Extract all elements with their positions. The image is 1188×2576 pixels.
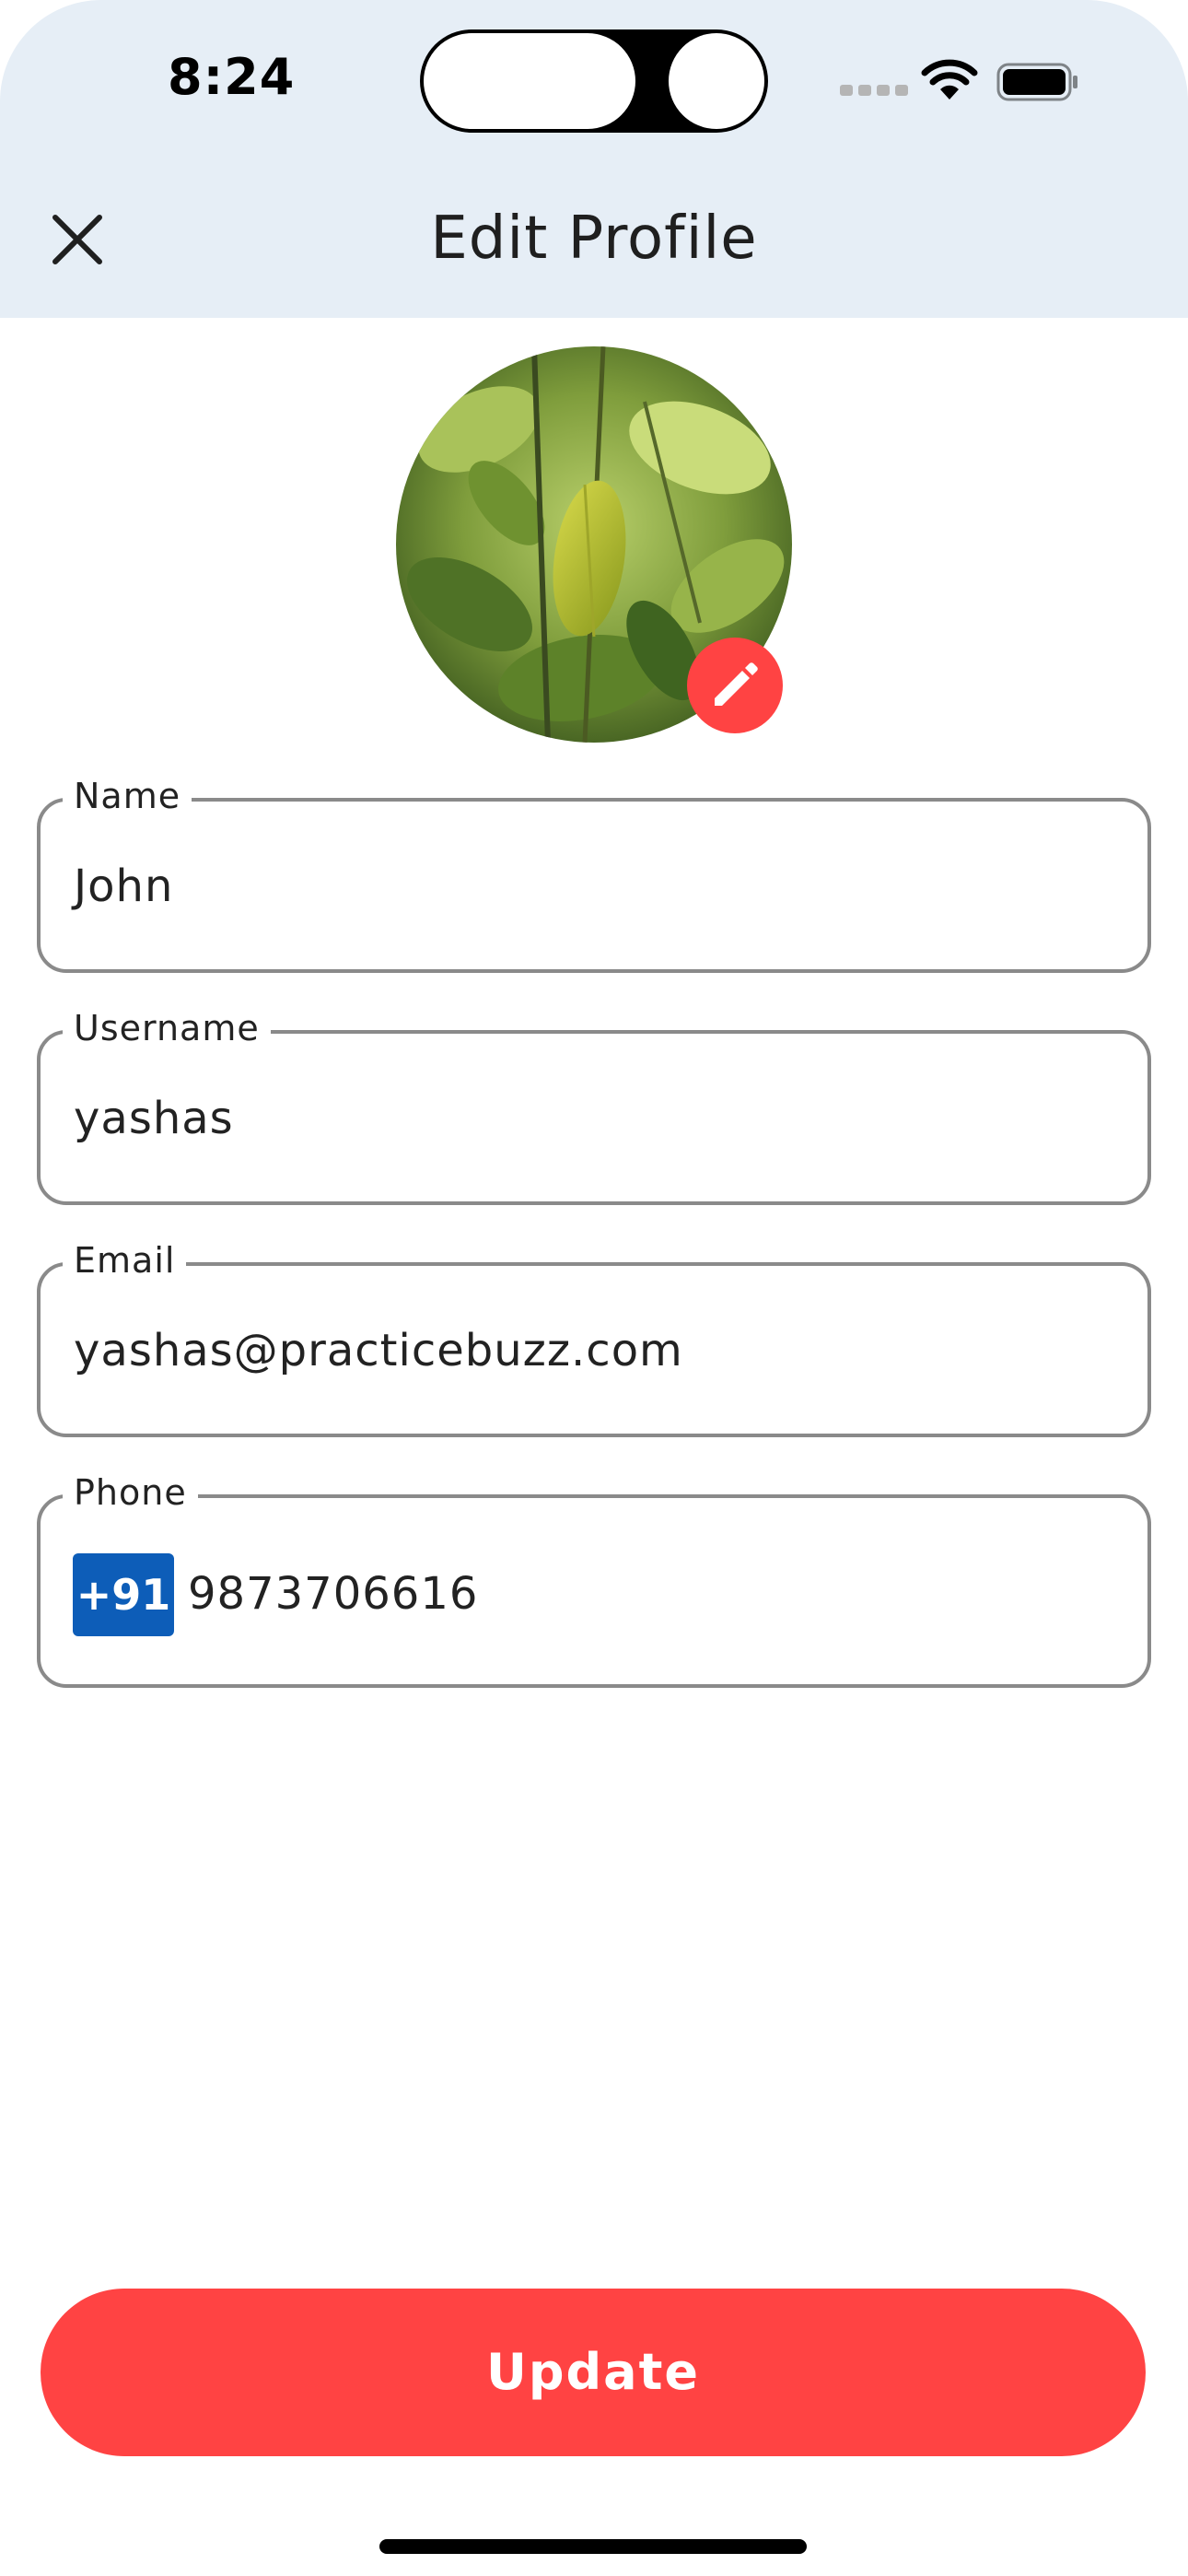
name-label: Name [63, 776, 192, 816]
name-input[interactable]: John [74, 861, 173, 912]
phone-label: Phone [63, 1472, 198, 1513]
name-field[interactable]: Name John [37, 776, 1151, 973]
dynamic-island [420, 29, 768, 133]
email-label: Email [63, 1240, 187, 1281]
email-input[interactable]: yashas@practicebuzz.com [74, 1325, 683, 1376]
island-dot [669, 33, 764, 129]
phone-field[interactable]: Phone +91 9873706616 [37, 1472, 1151, 1688]
battery-icon [996, 63, 1077, 101]
phone-input[interactable]: 9873706616 [188, 1568, 478, 1620]
username-input[interactable]: yashas [74, 1093, 234, 1144]
username-field[interactable]: Username yashas [37, 1008, 1151, 1205]
update-button[interactable]: Update [41, 2289, 1146, 2456]
edit-pencil-icon [715, 662, 758, 706]
country-code-selector[interactable]: +91 [73, 1553, 174, 1636]
email-field[interactable]: Email yashas@practicebuzz.com [37, 1240, 1151, 1437]
page-title: Edit Profile [430, 205, 758, 273]
island-pill [424, 33, 635, 129]
edit-profile-screen: 8:24 Edit Profile Name John Username yas… [0, 0, 1188, 2576]
home-indicator[interactable] [379, 2539, 807, 2554]
cellular-signal-icon [840, 85, 908, 96]
status-time: 8:24 [168, 48, 296, 106]
username-label: Username [63, 1008, 271, 1048]
status-icons [840, 55, 1089, 107]
header: 8:24 Edit Profile [0, 0, 1188, 318]
edit-avatar-button[interactable] [687, 638, 783, 733]
wifi-icon [921, 59, 978, 100]
